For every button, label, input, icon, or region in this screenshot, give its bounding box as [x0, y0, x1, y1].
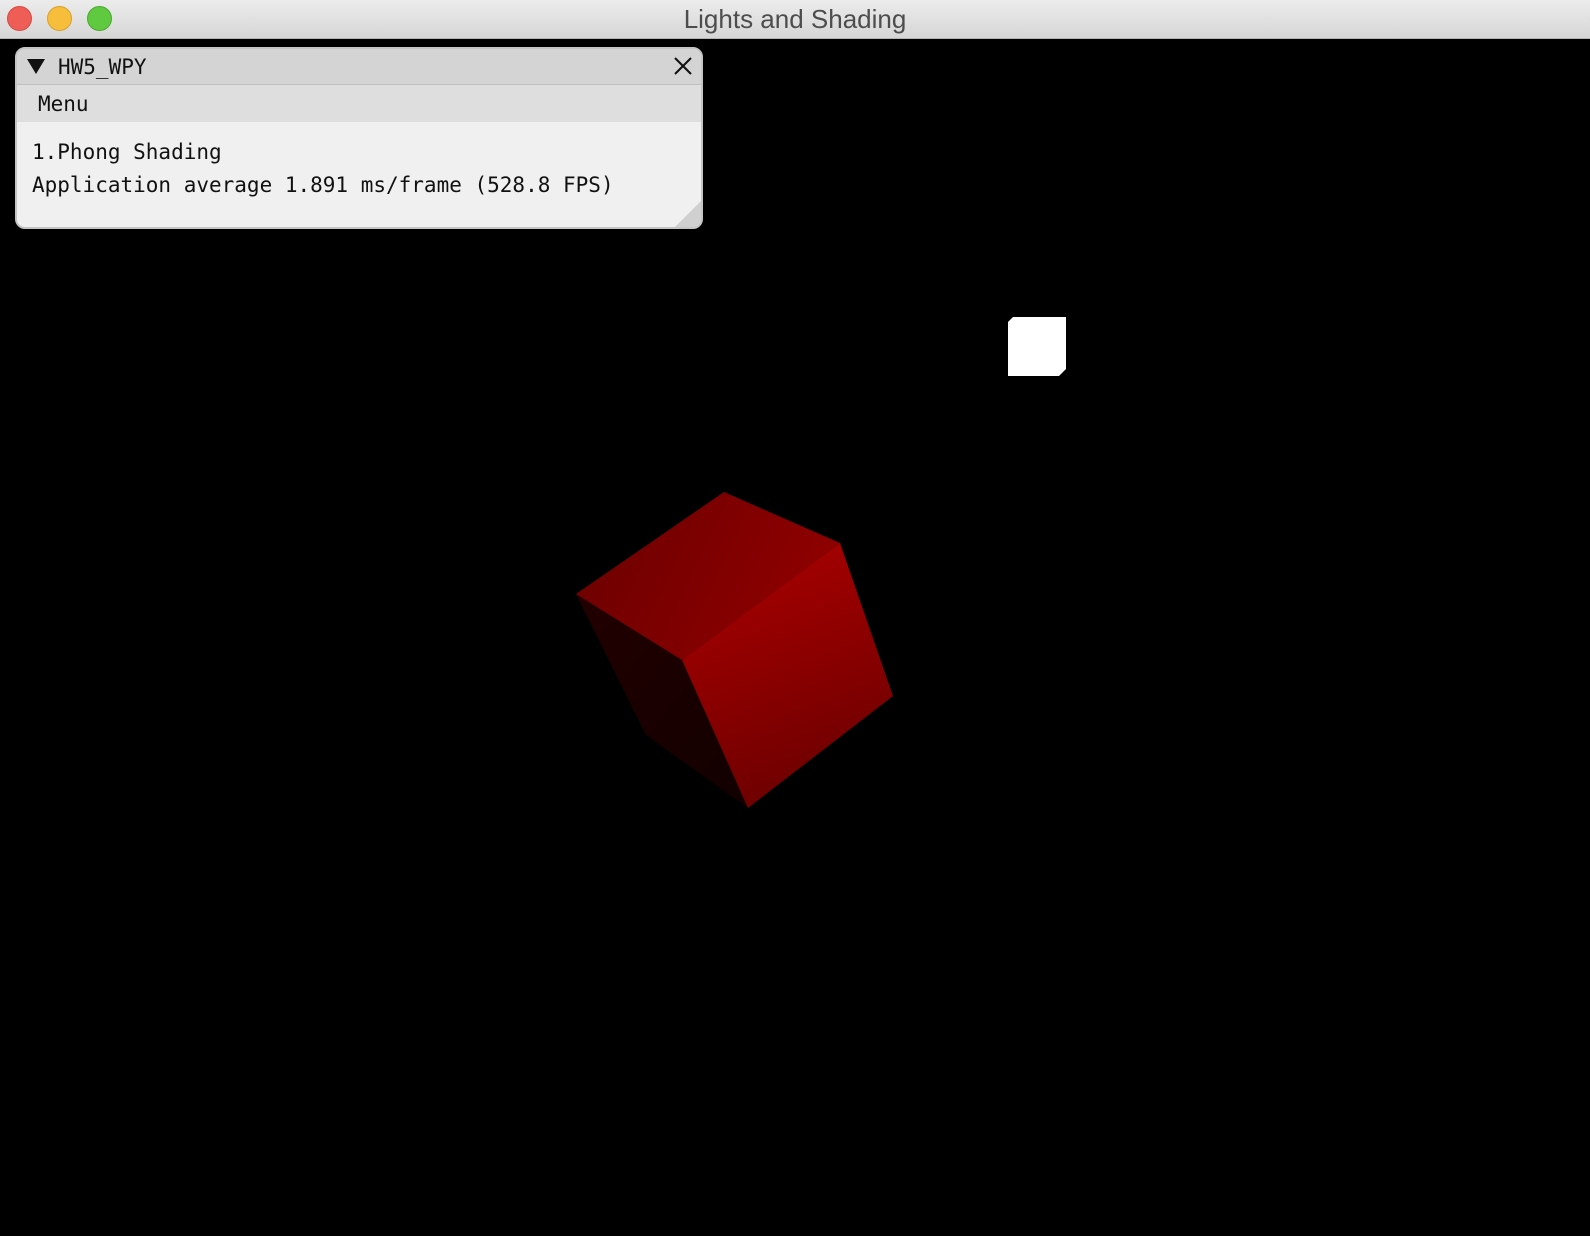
panel-title: HW5_WPY — [58, 55, 147, 79]
panel-menubar: Menu — [17, 85, 701, 122]
close-icon[interactable] — [671, 54, 695, 78]
imgui-panel[interactable]: HW5_WPY Menu 1.Phong Shading Application… — [15, 47, 703, 229]
fps-text: Application average 1.891 ms/frame (528.… — [32, 173, 614, 197]
collapse-triangle-icon[interactable] — [27, 59, 45, 74]
resize-grip[interactable] — [675, 201, 701, 227]
light-source-cube — [1008, 317, 1066, 376]
app-window: Lights and Shading HW5_WPY Menu 1.Phong … — [0, 0, 1590, 1236]
menu-item-menu[interactable]: Menu — [38, 89, 89, 119]
shading-mode-text: 1.Phong Shading — [32, 140, 222, 164]
panel-titlebar[interactable]: HW5_WPY — [17, 49, 701, 85]
